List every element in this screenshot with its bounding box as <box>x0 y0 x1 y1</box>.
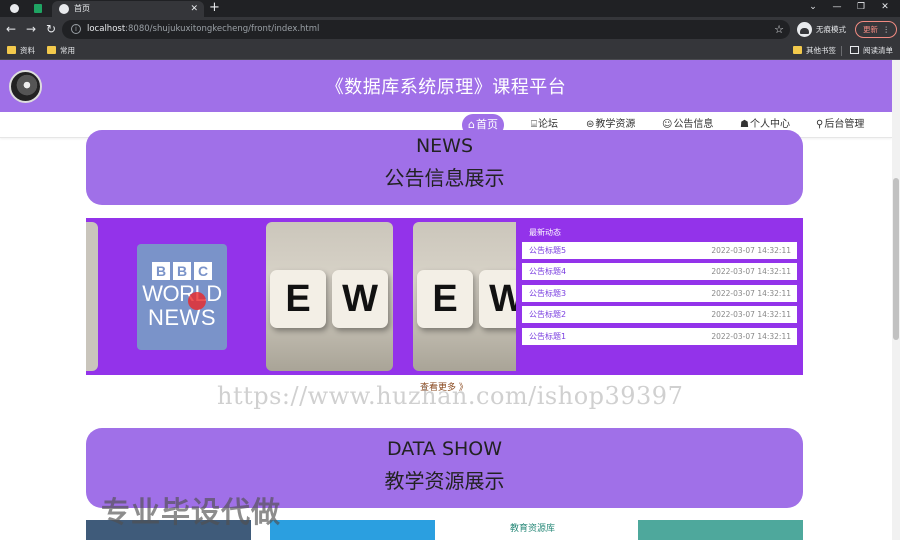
news-title-zh: 公告信息展示 <box>384 166 505 190</box>
info-icon[interactable]: i <box>71 24 81 34</box>
latest-news-panel: 最新动态 公告标题5 2022-03-07 14:32:11 公告标题4 2022-… <box>516 218 803 375</box>
bookmark-folder-ziliao[interactable]: 资料 <box>7 42 35 59</box>
close-tab-icon[interactable]: ✕ <box>190 1 198 17</box>
carousel-slide-partial[interactable] <box>86 222 98 371</box>
bookmark-other[interactable]: 其他书签 <box>793 42 836 59</box>
news-list-item[interactable]: 公告标题2 2022-03-07 14:32:11 <box>522 306 797 323</box>
address-url[interactable]: localhost:8080/shujukuxitongkecheng/fron… <box>87 20 319 39</box>
pinned-tab-sheets[interactable] <box>30 1 46 16</box>
back-icon[interactable]: ← <box>3 21 19 37</box>
globe-icon <box>9 4 19 13</box>
news-list-item[interactable]: 公告标题3 2022-03-07 14:32:11 <box>522 285 797 302</box>
active-tab[interactable]: 首页 ✕ <box>52 1 204 17</box>
resource-thumbnail-caption: 教育资源库 <box>510 524 556 534</box>
bookmark-star-icon[interactable]: ☆ <box>774 20 784 39</box>
news-list-item[interactable]: 公告标题5 2022-03-07 14:32:11 <box>522 242 797 259</box>
watermark-url: https://www.huzhan.com/ishop39397 <box>217 382 684 410</box>
bookmark-divider <box>841 46 842 56</box>
reading-list-icon <box>850 46 859 54</box>
active-tab-title: 首页 <box>74 4 90 13</box>
incognito-avatar-icon[interactable] <box>797 22 812 37</box>
browser-tab-strip: 首页 ✕ + ⌄ — ❐ ✕ <box>0 0 900 17</box>
spreadsheet-icon <box>34 4 42 13</box>
browser-toolbar: ← → ↻ i localhost:8080/shujukuxitongkech… <box>0 17 900 42</box>
more-menu-icon[interactable]: ⋮ <box>883 22 891 37</box>
announcement-icon: ☺ <box>662 119 673 130</box>
carousel-slide-news-dice[interactable]: E W <box>266 222 393 371</box>
folder-icon <box>47 46 56 54</box>
forum-icon: ⌸ <box>531 119 537 130</box>
resources-icon: ⊜ <box>586 119 595 130</box>
incognito-label[interactable]: 无痕模式 <box>816 17 846 42</box>
bookmark-folder-changyong[interactable]: 常用 <box>47 42 75 59</box>
new-tab-button[interactable]: + <box>209 0 220 16</box>
close-window-button[interactable]: ✕ <box>870 0 900 17</box>
page-viewport: 《数据库系统原理》课程平台 ⌂首页 ⌸论坛 ⊜教学资源 ☺公告信息 ☗个人中心 … <box>0 60 892 540</box>
user-icon: ☗ <box>740 119 749 130</box>
reading-list[interactable]: 阅读清单 <box>850 42 893 59</box>
page-scrollbar[interactable] <box>892 60 900 540</box>
data-title-en: DATA SHOW <box>386 438 503 460</box>
globe-icon <box>59 4 69 14</box>
resource-thumbnail[interactable] <box>638 520 803 540</box>
latest-news-heading: 最新动态 <box>529 228 561 237</box>
bbc-world-news-image[interactable]: BBC WORLD NEWS <box>137 244 227 350</box>
site-title: 《数据库系统原理》课程平台 <box>325 77 567 98</box>
forward-icon[interactable]: → <box>23 21 39 37</box>
site-header: 《数据库系统原理》课程平台 <box>0 60 892 112</box>
update-button[interactable]: 更新 ⋮ <box>855 21 897 38</box>
reload-icon[interactable]: ↻ <box>43 21 59 37</box>
nav-admin[interactable]: ⚲后台管理 <box>816 114 864 136</box>
pinned-tab[interactable] <box>6 1 22 16</box>
news-section-header: NEWS 公告信息展示 <box>86 130 803 205</box>
link-icon: ⚲ <box>816 119 824 130</box>
scrollbar-thumb[interactable] <box>893 178 899 340</box>
carousel-slide-news-dice-2[interactable]: E W <box>413 222 516 371</box>
folder-icon <box>7 46 16 54</box>
address-bar[interactable]: i localhost:8080/shujukuxitongkecheng/fr… <box>62 20 790 39</box>
resource-thumbnail[interactable] <box>270 520 435 540</box>
bookmarks-bar: 资料 常用 其他书签 阅读清单 <box>0 42 900 60</box>
news-list-item[interactable]: 公告标题1 2022-03-07 14:32:11 <box>522 328 797 345</box>
watermark-cn: 专业毕设代做 <box>101 495 282 529</box>
news-list-item[interactable]: 公告标题4 2022-03-07 14:32:11 <box>522 263 797 280</box>
folder-icon <box>793 46 802 54</box>
news-title-en: NEWS <box>415 135 474 157</box>
mouse-cursor-highlight <box>188 292 206 310</box>
